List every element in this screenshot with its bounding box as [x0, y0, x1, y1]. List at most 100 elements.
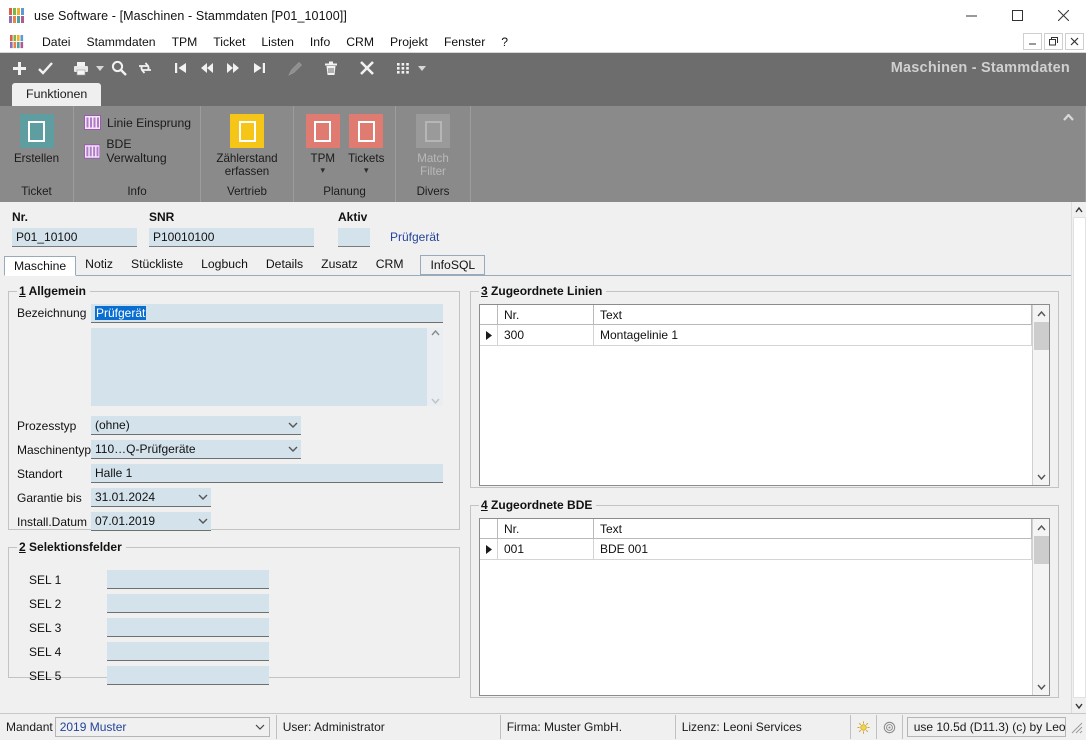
page-scroll-down-button[interactable] [1075, 698, 1083, 713]
menu-item-help[interactable]: ? [493, 31, 516, 53]
mdi-minimize-button[interactable] [1023, 33, 1042, 50]
tab-maschine[interactable]: Maschine [4, 256, 77, 276]
garantie-bis-datepicker[interactable]: 31.01.2024 [91, 488, 211, 507]
delete-button[interactable] [319, 57, 343, 79]
print-button[interactable] [69, 57, 93, 79]
nr-input[interactable] [12, 228, 137, 247]
grid-dropdown-caret-down-icon[interactable] [416, 57, 428, 79]
scroll-down-button[interactable] [1033, 678, 1050, 695]
status-sun-button[interactable] [851, 715, 877, 739]
mdi-restore-button[interactable] [1044, 33, 1063, 50]
row-indicator-icon [480, 325, 498, 345]
scroll-down-button[interactable] [1033, 468, 1050, 485]
menu-item-tpm[interactable]: TPM [164, 31, 206, 53]
ribbon-button-bde-verwaltung[interactable]: BDE Verwaltung [84, 137, 192, 165]
bezeichnung-input[interactable]: Prüfgerät [91, 304, 443, 323]
bde-grid-scrollbar[interactable] [1032, 519, 1049, 695]
next-record-button[interactable] [221, 57, 245, 79]
ribbon-collapse-button[interactable] [1058, 108, 1078, 126]
edit-button[interactable] [283, 57, 307, 79]
disc-icon [883, 721, 895, 733]
tab-logbuch[interactable]: Logbuch [192, 255, 257, 275]
mdi-close-button[interactable] [1065, 33, 1084, 50]
menu-item-ticket[interactable]: Ticket [205, 31, 253, 53]
scroll-up-button[interactable] [1033, 305, 1050, 322]
snr-input[interactable] [149, 228, 314, 247]
ribbon-button-erstellen-label: Erstellen [13, 152, 60, 165]
page-scroll-track[interactable] [1072, 217, 1086, 698]
ribbon-button-zaehlerstand-erfassen[interactable]: Zählerstand erfassen [209, 112, 285, 178]
cancel-button[interactable] [355, 57, 379, 79]
sel1-input[interactable] [107, 570, 269, 589]
confirm-button[interactable] [33, 57, 57, 79]
refresh-button[interactable] [133, 57, 157, 79]
resize-grip-icon[interactable] [1068, 719, 1084, 735]
scroll-up-button[interactable] [1033, 519, 1050, 536]
print-dropdown-caret-down-icon[interactable] [94, 57, 106, 79]
close-button[interactable] [1040, 0, 1086, 31]
tpm-dropdown-caret-down-icon[interactable]: ▾ [320, 166, 325, 175]
page-scrollbar[interactable] [1071, 202, 1086, 713]
form-page: Nr. SNR Aktiv Prüfgerät Maschine Notiz S… [0, 202, 1071, 713]
linien-col-text[interactable]: Text [594, 305, 1032, 324]
mandant-select[interactable]: 2019 Muster [54, 717, 270, 737]
bde-col-text[interactable]: Text [594, 519, 1032, 538]
table-row[interactable]: 001 BDE 001 [480, 539, 1032, 560]
tab-details[interactable]: Details [257, 255, 312, 275]
ribbon-button-tickets[interactable]: Tickets ▾ [346, 112, 388, 175]
scroll-thumb[interactable] [1033, 322, 1049, 350]
memo-text[interactable] [91, 328, 427, 406]
standort-input[interactable]: Halle 1 [91, 464, 443, 483]
menu-item-listen[interactable]: Listen [253, 31, 302, 53]
ribbon-button-tpm[interactable]: TPM ▾ [302, 112, 344, 175]
sel4-input[interactable] [107, 642, 269, 661]
tab-infosql[interactable]: InfoSQL [420, 255, 486, 275]
linien-grid-scrollbar[interactable] [1032, 305, 1049, 485]
memo-scrollbar[interactable] [427, 328, 443, 406]
tab-stueckliste[interactable]: Stückliste [122, 255, 192, 275]
maximize-button[interactable] [994, 0, 1040, 31]
tickets-dropdown-caret-down-icon[interactable]: ▾ [364, 166, 369, 175]
aktiv-input[interactable] [338, 228, 370, 247]
linien-col-nr[interactable]: Nr. [498, 305, 594, 324]
tab-funktionen[interactable]: Funktionen [12, 83, 102, 106]
menu-item-info[interactable]: Info [302, 31, 338, 53]
tab-zusatz[interactable]: Zusatz [312, 255, 367, 275]
bde-grid[interactable]: Nr. Text 001 BDE 001 [479, 518, 1050, 696]
ribbon-button-zaehlerstand-erfassen-label: Zählerstand erfassen [216, 152, 278, 178]
minimize-button[interactable] [948, 0, 994, 31]
previous-record-button[interactable] [195, 57, 219, 79]
scroll-thumb[interactable] [1033, 536, 1049, 564]
tab-crm[interactable]: CRM [367, 255, 413, 275]
scroll-track[interactable] [1033, 322, 1050, 468]
linien-grid[interactable]: Nr. Text 300 Montagelinie 1 [479, 304, 1050, 486]
ribbon-button-match-filter[interactable]: Match Filter [404, 112, 462, 178]
menu-item-crm[interactable]: CRM [338, 31, 382, 53]
ribbon-button-linie-einsprung[interactable]: Linie Einsprung [84, 115, 191, 130]
new-record-button[interactable] [7, 57, 31, 79]
last-record-button[interactable] [247, 57, 271, 79]
table-row[interactable]: 300 Montagelinie 1 [480, 325, 1032, 346]
status-lizenz-text: Lizenz: Leoni Services [681, 720, 802, 734]
grid-view-button[interactable] [391, 57, 415, 79]
tab-notiz[interactable]: Notiz [76, 255, 122, 275]
bezeichnung-memo[interactable] [91, 328, 443, 406]
page-scroll-up-button[interactable] [1075, 202, 1083, 217]
install-datum-datepicker[interactable]: 07.01.2019 [91, 512, 211, 531]
sel5-input[interactable] [107, 666, 269, 685]
scroll-track[interactable] [1033, 536, 1050, 678]
first-record-button[interactable] [169, 57, 193, 79]
sel3-input[interactable] [107, 618, 269, 637]
ribbon-button-erstellen[interactable]: Erstellen [8, 112, 65, 165]
bde-col-nr[interactable]: Nr. [498, 519, 594, 538]
ribbon-group-vertrieb: Zählerstand erfassen Vertrieb [201, 106, 294, 202]
sel2-input[interactable] [107, 594, 269, 613]
status-disc-button[interactable] [877, 715, 903, 739]
menu-item-datei[interactable]: Datei [34, 31, 78, 53]
maschinentyp-select[interactable]: 110…Q-Prüfgeräte [91, 440, 301, 459]
search-button[interactable] [107, 57, 131, 79]
menu-item-fenster[interactable]: Fenster [436, 31, 493, 53]
menu-item-stammdaten[interactable]: Stammdaten [78, 31, 163, 53]
menu-item-projekt[interactable]: Projekt [382, 31, 436, 53]
prozesstyp-select[interactable]: (ohne) [91, 416, 301, 435]
